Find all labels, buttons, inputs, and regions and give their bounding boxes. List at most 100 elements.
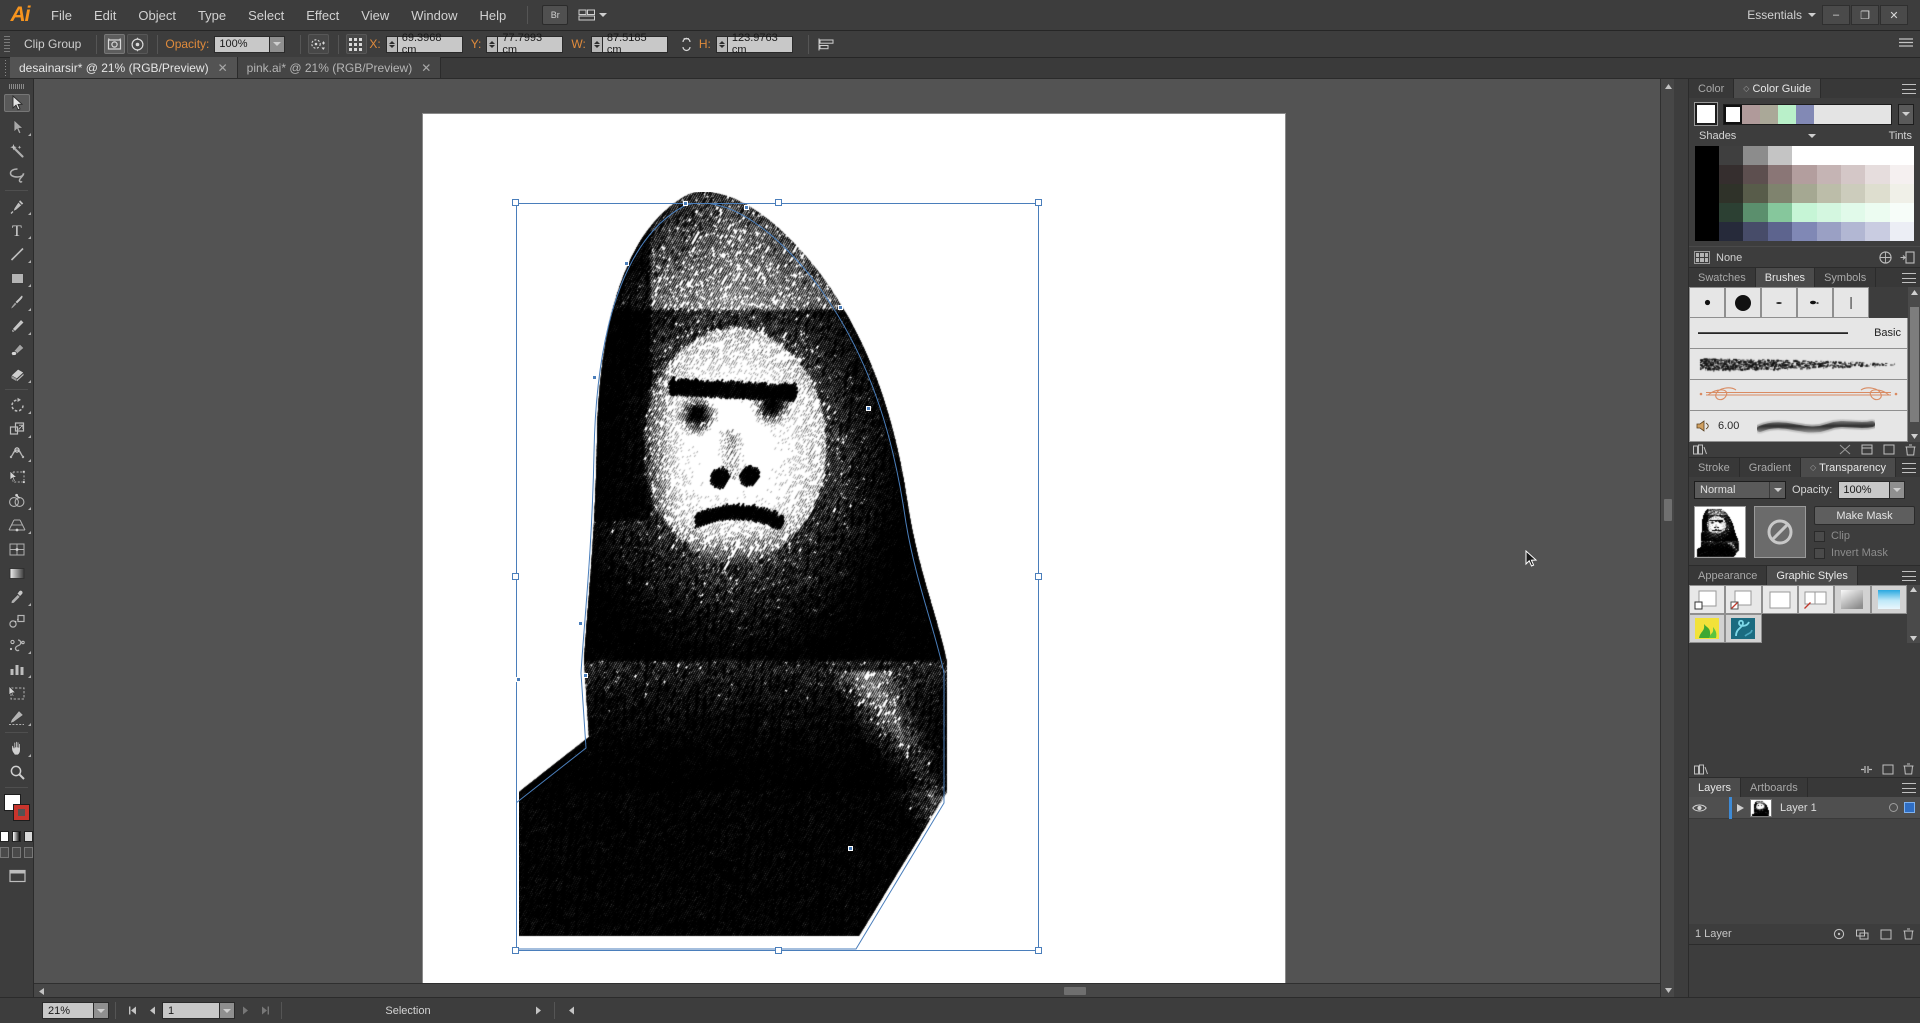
canvas-vertical-scrollbar[interactable] <box>1660 79 1675 997</box>
brushes-scrollbar[interactable] <box>1908 287 1920 442</box>
variation-cell-2-5[interactable] <box>1840 184 1866 203</box>
tools-panel-grip[interactable] <box>0 79 33 91</box>
harmony-rules-strip[interactable] <box>1723 103 1892 125</box>
height-stepper[interactable] <box>715 35 727 53</box>
harmony-swatch-1[interactable] <box>1742 104 1760 124</box>
graphic-style-default[interactable] <box>1689 585 1726 614</box>
variation-cell-4-0[interactable] <box>1719 222 1744 241</box>
color-variations-grid[interactable] <box>1695 146 1914 241</box>
variation-cells[interactable] <box>1719 146 1914 241</box>
workspace-switcher[interactable]: Essentials – ❐ ✕ <box>1747 5 1920 25</box>
tab-stroke[interactable]: Stroke <box>1689 458 1740 477</box>
slice-tool[interactable] <box>0 705 34 729</box>
bridge-icon[interactable]: Br <box>542 5 569 25</box>
black-column[interactable] <box>1695 146 1719 241</box>
mesh-tool[interactable] <box>0 537 34 561</box>
variation-cell-4-5[interactable] <box>1840 222 1866 241</box>
x-input[interactable]: 69.3968 cm <box>396 32 463 56</box>
scale-tool[interactable] <box>0 417 34 441</box>
artboard-tool[interactable] <box>0 681 34 705</box>
x-position-control[interactable]: 69.3968 cm <box>385 32 463 56</box>
variation-cell-3-1[interactable] <box>1743 203 1768 222</box>
delete-layer-icon[interactable] <box>1903 928 1914 940</box>
menu-view[interactable]: View <box>350 0 400 31</box>
expand-layer-icon[interactable] <box>1732 803 1748 812</box>
draw-inside-icon[interactable] <box>24 847 33 858</box>
close-button[interactable]: ✕ <box>1880 5 1908 25</box>
graphic-styles-libraries-icon[interactable] <box>1694 764 1708 775</box>
variation-cell-4-3[interactable] <box>1792 222 1817 241</box>
blend-tool[interactable] <box>0 609 34 633</box>
height-control[interactable]: 123.9763 cm <box>715 32 793 56</box>
width-tool[interactable] <box>0 441 34 465</box>
remove-brush-stroke-icon[interactable] <box>1839 444 1851 455</box>
panel-menu-icon[interactable] <box>1902 463 1916 473</box>
recolor-artwork-icon[interactable] <box>308 34 330 54</box>
edit-colors-icon[interactable] <box>1879 251 1892 264</box>
chevron-down-icon[interactable] <box>1769 482 1785 498</box>
menu-edit[interactable]: Edit <box>83 0 127 31</box>
gradient-tool[interactable] <box>0 561 34 585</box>
brush-large-dot[interactable] <box>1725 287 1761 318</box>
y-stepper[interactable] <box>486 35 498 53</box>
zoom-dropdown-icon[interactable] <box>94 1002 109 1019</box>
perspective-grid-tool[interactable] <box>0 513 34 537</box>
scroll-down-icon[interactable] <box>1910 636 1917 641</box>
variation-cell-3-0[interactable] <box>1719 203 1744 222</box>
scroll-down-icon[interactable] <box>1661 983 1675 997</box>
variation-cell-3-2[interactable] <box>1767 203 1793 222</box>
tab-artboards[interactable]: Artboards <box>1741 778 1808 797</box>
variation-cell-2-3[interactable] <box>1792 184 1817 203</box>
transform-reference-point-icon[interactable] <box>346 34 368 54</box>
width-input[interactable]: 87.5185 cm <box>601 32 668 56</box>
variation-cell-3-3[interactable] <box>1792 203 1817 222</box>
brush-basic-stroke[interactable]: Basic <box>1689 318 1908 349</box>
tab-appearance[interactable]: Appearance <box>1689 566 1768 585</box>
opacity-dropdown-icon[interactable] <box>1890 481 1906 499</box>
brush-libraries-icon[interactable] <box>1693 444 1707 455</box>
delete-brush-icon[interactable] <box>1905 444 1916 456</box>
panel-menu-icon[interactable] <box>1902 571 1916 581</box>
new-style-icon[interactable] <box>1882 764 1894 775</box>
variation-cell-1-7[interactable] <box>1889 165 1914 184</box>
height-input[interactable]: 123.9763 cm <box>726 32 793 56</box>
artboard-dropdown-icon[interactable] <box>220 1002 235 1019</box>
harmony-dropdown-icon[interactable] <box>1898 103 1914 125</box>
base-color-swatch[interactable] <box>1694 102 1718 126</box>
layer-target-icon[interactable] <box>1889 803 1898 812</box>
variation-cell-3-5[interactable] <box>1840 203 1866 222</box>
free-transform-tool[interactable] <box>0 465 34 489</box>
scroll-up-icon[interactable] <box>1910 587 1917 592</box>
canvas-area[interactable] <box>34 79 1674 997</box>
variation-cell-1-1[interactable] <box>1743 165 1768 184</box>
graphic-style-split[interactable] <box>1797 585 1835 614</box>
width-control[interactable]: 87.5185 cm <box>590 32 668 56</box>
line-segment-tool[interactable] <box>0 242 34 266</box>
make-sublayer-icon[interactable] <box>1856 929 1869 940</box>
restore-button[interactable]: ❐ <box>1851 5 1879 25</box>
dock-collapse-rail[interactable] <box>1674 79 1688 997</box>
rectangle-tool[interactable] <box>0 266 34 290</box>
mask-thumbnail[interactable] <box>1754 506 1806 558</box>
zoom-input[interactable]: 21% <box>42 1002 94 1019</box>
arrange-documents-icon[interactable] <box>578 8 608 22</box>
opacity-input[interactable]: 100% <box>214 35 271 53</box>
opacity-control[interactable]: 100% <box>1838 481 1906 499</box>
variation-cell-1-4[interactable] <box>1816 165 1841 184</box>
scroll-up-icon[interactable] <box>1661 79 1675 93</box>
panel-menu-icon[interactable] <box>1902 273 1916 283</box>
tab-gradient[interactable]: Gradient <box>1739 458 1801 477</box>
tab-symbols[interactable]: Symbols <box>1815 268 1877 287</box>
status-text[interactable]: Selection <box>288 1005 528 1017</box>
harmony-swatch-0[interactable] <box>1724 104 1742 124</box>
variation-cell-4-4[interactable] <box>1816 222 1841 241</box>
variation-cell-0-1[interactable] <box>1743 146 1768 165</box>
constrain-proportions-icon[interactable] <box>676 34 697 54</box>
brush-small-dot[interactable] <box>1689 287 1725 318</box>
zoom-control[interactable]: 21% <box>42 1002 109 1019</box>
selection-tool[interactable] <box>0 91 34 115</box>
tab-bar-grip[interactable] <box>0 57 10 78</box>
vertical-scroll-thumb[interactable] <box>1664 499 1672 521</box>
draw-normal-icon[interactable] <box>0 847 9 858</box>
menu-effect[interactable]: Effect <box>295 0 350 31</box>
